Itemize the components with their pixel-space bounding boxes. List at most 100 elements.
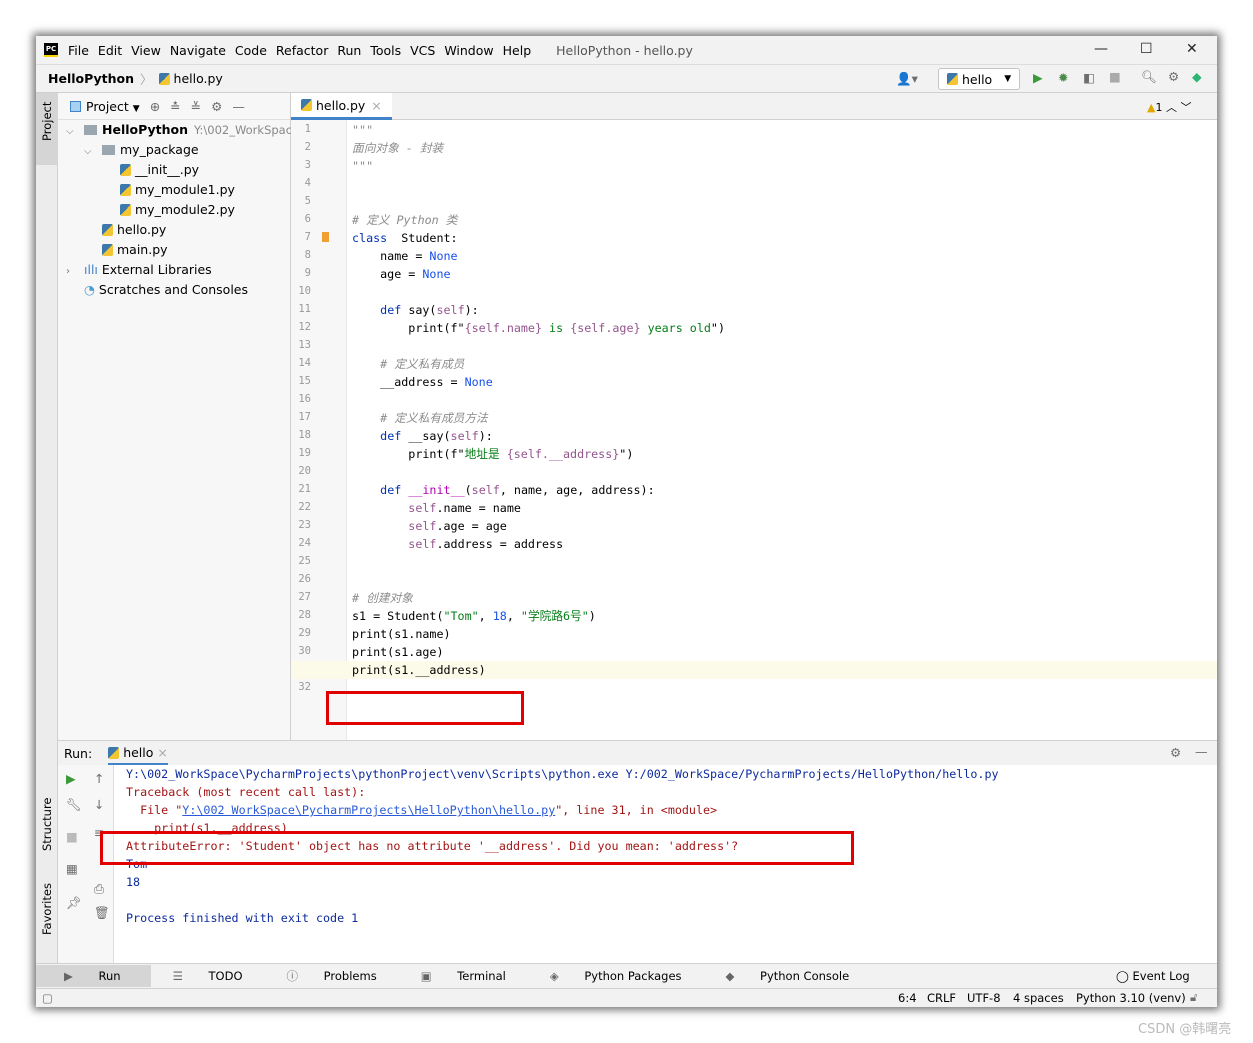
- code-line[interactable]: """: [352, 157, 373, 175]
- code-line[interactable]: age = None: [352, 265, 450, 283]
- user-icon[interactable]: 👤▾: [896, 71, 918, 87]
- tree-item[interactable]: ⌵ HelloPython Y:\002_WorkSpace: [58, 120, 299, 142]
- debug-icon[interactable]: ✹: [1058, 70, 1068, 85]
- code-line[interactable]: def __init__(self, name, age, address):: [352, 481, 654, 499]
- breadcrumb-file[interactable]: hello.py: [174, 71, 223, 86]
- tree-item[interactable]: › ıllı External Libraries: [58, 260, 290, 280]
- menu-edit[interactable]: Edit: [98, 43, 122, 58]
- code-line[interactable]: __address = None: [352, 373, 493, 391]
- hide-icon[interactable]: —: [232, 99, 245, 114]
- gear-icon[interactable]: ⚙: [1168, 69, 1179, 84]
- tree-item[interactable]: ◔ Scratches and Consoles: [58, 280, 290, 300]
- collapse-all-icon[interactable]: ≚: [191, 99, 201, 114]
- menu-view[interactable]: View: [131, 43, 161, 58]
- tool-tab-problems[interactable]: ⓘ Problems: [287, 968, 399, 984]
- caret-position[interactable]: 6:4: [898, 991, 917, 1005]
- code-line[interactable]: print(s1.age): [352, 643, 443, 661]
- tree-item[interactable]: my_module2.py: [58, 200, 290, 220]
- tool-tab-python-packages[interactable]: ◈ Python Packages: [550, 969, 704, 983]
- tree-item[interactable]: __init__.py: [58, 160, 290, 180]
- tool-tab-python-console[interactable]: ◆ Python Console: [726, 969, 872, 983]
- code-line[interactable]: # 定义私有成员方法: [352, 409, 488, 427]
- code-line[interactable]: def __say(self):: [352, 427, 493, 445]
- menu-tools[interactable]: Tools: [370, 43, 401, 58]
- locate-icon[interactable]: ⊕: [150, 99, 160, 114]
- arrow-icon[interactable]: ⌵: [84, 142, 102, 162]
- menu-window[interactable]: Window: [444, 43, 493, 58]
- code-line[interactable]: print(s1.__address): [291, 661, 1217, 679]
- trash-icon[interactable]: 🗑︎: [94, 905, 110, 921]
- expand-all-icon[interactable]: ≛: [170, 99, 180, 114]
- tool-tab-terminal[interactable]: ▣ Terminal: [421, 969, 528, 983]
- code-line[interactable]: print(f"地址是 {self.__address}"): [352, 445, 633, 463]
- minimize-icon[interactable]: —: [1094, 41, 1108, 57]
- close-icon[interactable]: ✕: [1186, 41, 1198, 57]
- event-log-button[interactable]: ◯ Event Log: [1116, 969, 1190, 983]
- tool-tab-run[interactable]: ▶ Run: [36, 965, 151, 987]
- code-line[interactable]: # 创建对象: [352, 589, 413, 607]
- menu-run[interactable]: Run: [337, 43, 361, 58]
- file-encoding[interactable]: UTF-8: [967, 991, 1001, 1005]
- tree-item[interactable]: ⌵ my_package: [58, 140, 290, 160]
- pin-icon[interactable]: 📌︎: [66, 895, 82, 911]
- menu-refactor[interactable]: Refactor: [276, 43, 328, 58]
- run-icon[interactable]: ▶: [1033, 70, 1043, 85]
- code-line[interactable]: self.name = name: [352, 499, 521, 517]
- menu-navigate[interactable]: Navigate: [170, 43, 226, 58]
- search-icon[interactable]: 🔍︎: [1141, 69, 1157, 85]
- project-view-select[interactable]: Project ▼: [70, 99, 140, 114]
- menu-file[interactable]: File: [68, 43, 89, 58]
- code-line[interactable]: name = None: [352, 247, 457, 265]
- code-line[interactable]: class Student:: [352, 229, 458, 247]
- menu-code[interactable]: Code: [235, 43, 267, 58]
- gear-icon[interactable]: ⚙: [211, 99, 222, 114]
- code-line[interactable]: print(f"{self.name} is {self.age} years …: [352, 319, 725, 337]
- panel-toggle-icon[interactable]: ▢: [42, 991, 53, 1005]
- project-tool-button[interactable]: Project: [36, 93, 58, 165]
- run-tab-hello[interactable]: hello ×: [108, 741, 168, 766]
- python-packages-icon: ◈: [549, 969, 563, 983]
- hide-icon[interactable]: —: [1195, 744, 1208, 759]
- coverage-icon[interactable]: ◧: [1083, 70, 1095, 85]
- line-separator[interactable]: CRLF: [927, 991, 956, 1005]
- code-line[interactable]: 面向对象 - 封装: [352, 139, 443, 157]
- code-line[interactable]: def say(self):: [352, 301, 479, 319]
- gear-icon[interactable]: ⚙: [1170, 745, 1181, 760]
- code-line[interactable]: print(s1.name): [352, 625, 451, 643]
- code-line[interactable]: self.age = age: [352, 517, 507, 535]
- stop-icon[interactable]: ■: [1109, 69, 1121, 84]
- tree-item[interactable]: my_module1.py: [58, 180, 290, 200]
- tree-item[interactable]: main.py: [58, 240, 290, 260]
- structure-tool-button[interactable]: Structure: [40, 798, 54, 852]
- code-line[interactable]: """: [352, 121, 373, 139]
- file-link[interactable]: Y:\002 WorkSpace\PycharmProjects\HelloPy…: [182, 803, 555, 817]
- code-line[interactable]: self.address = address: [352, 535, 563, 553]
- arrow-icon[interactable]: ›: [66, 262, 84, 282]
- tree-item[interactable]: hello.py: [58, 220, 290, 240]
- layout-icon[interactable]: ▦: [66, 861, 78, 876]
- maximize-icon[interactable]: ☐: [1140, 41, 1153, 57]
- run-config-select[interactable]: hello ▼: [938, 68, 1020, 90]
- menu-vcs[interactable]: VCS: [410, 43, 435, 58]
- favorites-tool-button[interactable]: Favorites: [40, 883, 54, 935]
- stop-icon[interactable]: ■: [66, 829, 78, 844]
- code-line[interactable]: # 定义私有成员: [352, 355, 464, 373]
- lock-icon[interactable]: 🔓︎: [1190, 990, 1197, 1005]
- rerun-icon[interactable]: ▶: [66, 771, 76, 786]
- warning-indicator[interactable]: ▲1 ︿ ﹀: [1147, 99, 1191, 115]
- down-icon[interactable]: ↓: [94, 797, 104, 812]
- breadcrumb-project[interactable]: HelloPython: [48, 71, 134, 86]
- print-icon[interactable]: ⎙: [94, 881, 104, 897]
- plugin-icon[interactable]: ◆: [1192, 69, 1202, 84]
- tool-tab-todo[interactable]: ☰ TODO: [173, 969, 265, 983]
- code-line[interactable]: # 定义 Python 类: [352, 211, 457, 229]
- code-line[interactable]: s1 = Student("Tom", 18, "学院路6号"): [352, 607, 596, 625]
- interpreter[interactable]: Python 3.10 (venv): [1076, 991, 1186, 1005]
- indent-setting[interactable]: 4 spaces: [1013, 991, 1064, 1005]
- arrow-icon[interactable]: ⌵: [66, 122, 84, 142]
- up-icon[interactable]: ↑: [94, 771, 104, 786]
- wrench-icon[interactable]: 🔧︎: [66, 797, 82, 813]
- close-tab-icon[interactable]: ×: [371, 98, 381, 113]
- menu-help[interactable]: Help: [503, 43, 532, 58]
- tab-hello-py[interactable]: hello.py ×: [291, 93, 392, 120]
